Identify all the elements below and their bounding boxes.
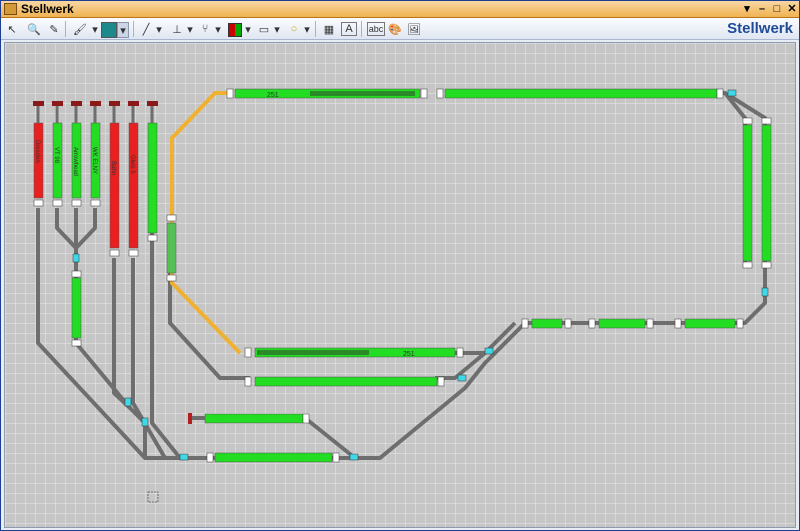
switch-marker[interactable]	[457, 374, 467, 382]
block-lower-right-1[interactable]	[531, 318, 563, 329]
zoom-icon[interactable]: 🔍	[25, 21, 43, 37]
block-label: Dresden	[34, 140, 40, 163]
block-label: Bahn	[110, 161, 116, 175]
signal-head[interactable]	[71, 101, 82, 106]
block-label: 251	[403, 351, 415, 358]
chevron-down-icon[interactable]: ▾	[303, 21, 311, 37]
toolbar-separator	[315, 21, 316, 37]
brush-icon[interactable]: 🖌	[71, 21, 89, 37]
toolbar: ↖ 🔍 ✎ 🖌 ▾ ▾ ╱ ▾ ⊥ ▾ ⑂ ▾ ▾ ▭ ▾ ○ ▾ ▦ A ab…	[1, 18, 799, 40]
switch-icon[interactable]: ⑂	[197, 21, 213, 37]
block-lower-right-2[interactable]	[598, 318, 646, 329]
switch-marker[interactable]	[484, 347, 494, 355]
grid-background	[5, 43, 795, 527]
block-label: 251	[267, 92, 279, 99]
signal-head[interactable]	[52, 101, 63, 106]
signal-head[interactable]	[33, 101, 44, 106]
track-diagram-canvas[interactable]: 251 251 Dresden VT 98 Arrowhead WK ELNY …	[4, 42, 796, 528]
palette-icon[interactable]: 🎨	[387, 21, 403, 37]
title-bar: Stellwerk ▾ – □ ✕	[1, 1, 799, 18]
siding-6[interactable]	[128, 122, 139, 249]
chevron-down-icon[interactable]: ▾	[91, 21, 99, 37]
chevron-down-icon[interactable]: ▾	[117, 22, 129, 38]
chevron-down-icon[interactable]: ▾	[244, 21, 252, 37]
maximize-button[interactable]: □	[770, 2, 784, 16]
close-button[interactable]: ✕	[785, 2, 799, 16]
signal-icon[interactable]	[228, 23, 242, 37]
minimize-button[interactable]: –	[755, 2, 769, 16]
chevron-down-icon[interactable]: ▾	[214, 21, 222, 37]
block-station-track-2[interactable]	[254, 376, 438, 387]
block-upper-right[interactable]	[444, 88, 718, 99]
train-consist	[257, 350, 369, 355]
track-icon[interactable]: ⊥	[169, 21, 185, 37]
signal-head[interactable]	[109, 101, 120, 106]
pencil-icon[interactable]: ✎	[47, 21, 61, 37]
toolbar-separator	[65, 21, 66, 37]
text-icon[interactable]: A	[341, 22, 357, 36]
chevron-down-icon[interactable]: ▾	[155, 21, 163, 37]
block-siding[interactable]	[204, 413, 304, 424]
line-icon[interactable]: ╱	[139, 21, 153, 37]
menu-dropdown-button[interactable]: ▾	[740, 2, 754, 16]
block-label: Arrowhead	[72, 147, 78, 176]
switch-marker[interactable]	[349, 453, 359, 461]
chevron-down-icon[interactable]: ▾	[273, 21, 281, 37]
color-icon[interactable]	[101, 22, 117, 38]
pointer-icon[interactable]: ↖	[5, 21, 19, 37]
app-window: Stellwerk ▾ – □ ✕ ↖ 🔍 ✎ 🖌 ▾ ▾ ╱ ▾ ⊥ ▾ ⑂ …	[0, 0, 800, 531]
block-left-ramp[interactable]	[166, 222, 177, 274]
switch-marker[interactable]	[761, 287, 769, 297]
circle-icon[interactable]: ○	[287, 21, 301, 37]
switch-marker[interactable]	[727, 89, 737, 97]
track-diagram[interactable]: 251 251 Dresden VT 98 Arrowhead WK ELNY …	[5, 43, 795, 527]
signal-head[interactable]	[147, 101, 158, 106]
signal-head[interactable]	[90, 101, 101, 106]
counter-icon[interactable]: ▦	[321, 21, 337, 37]
block-lower-right-3[interactable]	[684, 318, 736, 329]
chevron-down-icon[interactable]: ▾	[186, 21, 194, 37]
window-title: Stellwerk	[21, 2, 74, 16]
switch-marker[interactable]	[141, 417, 149, 427]
block-right-outer[interactable]	[761, 124, 772, 262]
buffer-stop	[188, 413, 192, 424]
switch-marker[interactable]	[124, 397, 132, 407]
block-right-inner[interactable]	[742, 124, 753, 262]
block-label: VT 98	[53, 147, 59, 164]
switch-marker[interactable]	[72, 253, 80, 263]
block-bottom[interactable]	[214, 452, 333, 463]
block-label: WK ELNY	[91, 147, 97, 174]
signal-head[interactable]	[128, 101, 139, 106]
brand-title: Stellwerk	[727, 20, 793, 37]
image-icon[interactable]: 🖼	[406, 21, 422, 37]
toolbar-separator	[361, 21, 362, 37]
siding-5[interactable]	[109, 122, 120, 249]
switch-marker[interactable]	[179, 453, 189, 461]
toolbar-separator	[133, 21, 134, 37]
train-consist	[310, 91, 415, 96]
siding-7[interactable]	[147, 122, 158, 234]
block-label: Gleis 6	[129, 155, 135, 174]
label-icon[interactable]: abc	[367, 22, 385, 36]
siding-8[interactable]	[71, 277, 82, 339]
app-icon	[4, 3, 17, 15]
block-icon[interactable]: ▭	[257, 21, 271, 37]
